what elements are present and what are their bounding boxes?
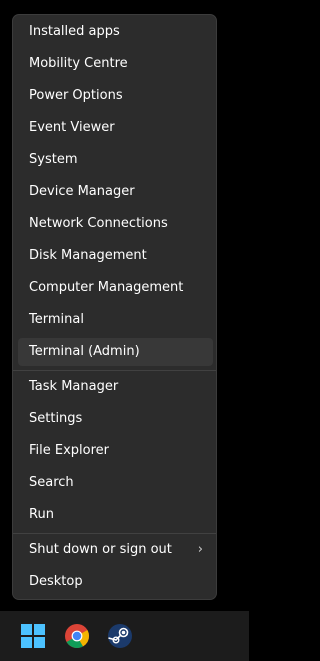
- menu-item-task-manager[interactable]: Task Manager: [18, 373, 213, 401]
- menu-item-file-explorer[interactable]: File Explorer: [18, 437, 213, 465]
- screen: Installed apps Mobility Centre Power Opt…: [0, 0, 249, 661]
- menu-item-terminal-admin[interactable]: Terminal (Admin): [18, 338, 213, 366]
- taskbar: [0, 611, 249, 661]
- menu-item-device-manager[interactable]: Device Manager: [18, 178, 213, 206]
- menu-item-shut-down-or-sign-out[interactable]: Shut down or sign out ›: [18, 536, 213, 564]
- menu-item-installed-apps[interactable]: Installed apps: [18, 18, 213, 46]
- menu-item-run[interactable]: Run: [18, 501, 213, 529]
- menu-item-network-connections[interactable]: Network Connections: [18, 210, 213, 238]
- menu-divider: [13, 533, 216, 534]
- menu-item-label: Shut down or sign out: [29, 542, 172, 557]
- quick-link-menu: Installed apps Mobility Centre Power Opt…: [12, 14, 217, 600]
- menu-item-computer-management[interactable]: Computer Management: [18, 274, 213, 302]
- menu-item-power-options[interactable]: Power Options: [18, 82, 213, 110]
- menu-item-settings[interactable]: Settings: [18, 405, 213, 433]
- menu-item-event-viewer[interactable]: Event Viewer: [18, 114, 213, 142]
- menu-item-search[interactable]: Search: [18, 469, 213, 497]
- menu-item-mobility-centre[interactable]: Mobility Centre: [18, 50, 213, 78]
- menu-item-disk-management[interactable]: Disk Management: [18, 242, 213, 270]
- menu-item-desktop[interactable]: Desktop: [18, 568, 213, 596]
- menu-item-system[interactable]: System: [18, 146, 213, 174]
- windows-start-icon[interactable]: [20, 623, 46, 649]
- chevron-right-icon: ›: [197, 542, 203, 557]
- menu-divider: [13, 370, 216, 371]
- steam-icon[interactable]: [107, 623, 133, 649]
- chrome-icon[interactable]: [64, 623, 90, 649]
- menu-item-terminal[interactable]: Terminal: [18, 306, 213, 334]
